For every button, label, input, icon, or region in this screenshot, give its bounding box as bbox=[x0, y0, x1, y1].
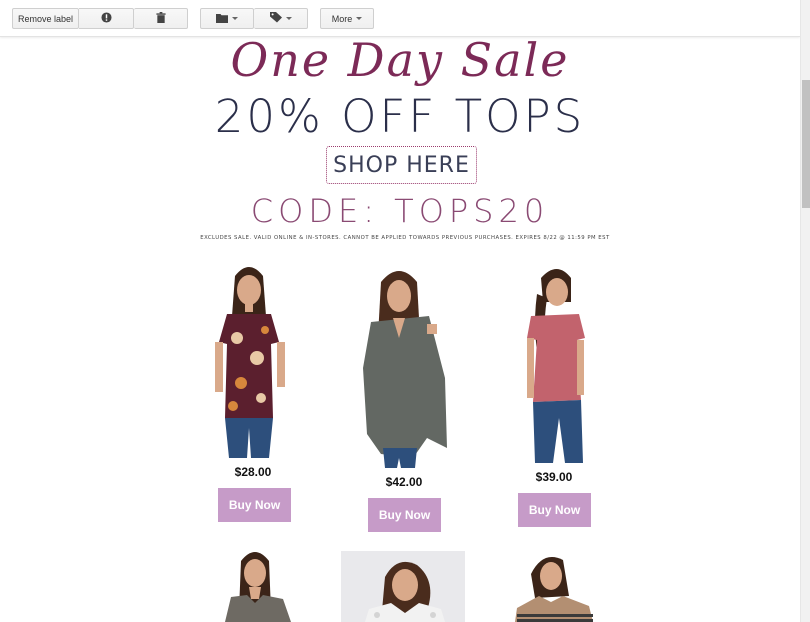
buy-now-button-2[interactable]: Buy Now bbox=[368, 498, 441, 532]
chevron-down-icon bbox=[356, 17, 363, 20]
report-spam-icon bbox=[100, 12, 112, 25]
remove-label-button[interactable]: Remove label bbox=[12, 8, 79, 29]
product-image-3[interactable] bbox=[491, 258, 615, 463]
labels-button[interactable] bbox=[254, 8, 308, 29]
product-price-2: $42.00 bbox=[385, 475, 423, 489]
sale-headline: 20% OFF TOPS bbox=[214, 90, 586, 143]
product-price-3: $39.00 bbox=[535, 470, 573, 484]
chevron-down-icon bbox=[285, 17, 292, 20]
buy-now-label: Buy Now bbox=[528, 503, 581, 517]
product-image-1[interactable] bbox=[191, 258, 315, 458]
buy-now-button-3[interactable]: Buy Now bbox=[518, 493, 591, 527]
scrollbar[interactable] bbox=[800, 0, 810, 622]
product-image-2[interactable] bbox=[341, 258, 465, 468]
report-spam-button[interactable] bbox=[79, 8, 134, 29]
buy-now-label: Buy Now bbox=[228, 498, 281, 512]
product-image-4[interactable] bbox=[191, 541, 315, 622]
trash-icon bbox=[155, 12, 166, 25]
product-image-5[interactable] bbox=[341, 551, 465, 622]
product-price-1: $28.00 bbox=[234, 465, 272, 479]
tag-icon bbox=[269, 12, 282, 25]
buy-now-label: Buy Now bbox=[378, 508, 431, 522]
sale-script-title: One Day Sale bbox=[230, 33, 570, 87]
promo-code: CODE: TOPS20 bbox=[250, 192, 550, 230]
shop-here-label: SHOP HERE bbox=[333, 152, 470, 178]
remove-label-text: Remove label bbox=[17, 13, 74, 24]
scrollbar-thumb[interactable] bbox=[802, 80, 810, 208]
chevron-down-icon bbox=[232, 17, 238, 20]
shop-here-button[interactable]: SHOP HERE bbox=[326, 146, 477, 184]
move-to-button[interactable] bbox=[200, 8, 254, 29]
more-label: More bbox=[331, 13, 353, 24]
folder-icon bbox=[216, 13, 228, 25]
more-button[interactable]: More bbox=[320, 8, 374, 29]
buy-now-button-1[interactable]: Buy Now bbox=[218, 488, 291, 522]
product-image-6[interactable] bbox=[491, 546, 615, 622]
delete-button[interactable] bbox=[134, 8, 188, 29]
fine-print: EXCLUDES SALE. VALID ONLINE & IN-STORES.… bbox=[200, 235, 610, 241]
